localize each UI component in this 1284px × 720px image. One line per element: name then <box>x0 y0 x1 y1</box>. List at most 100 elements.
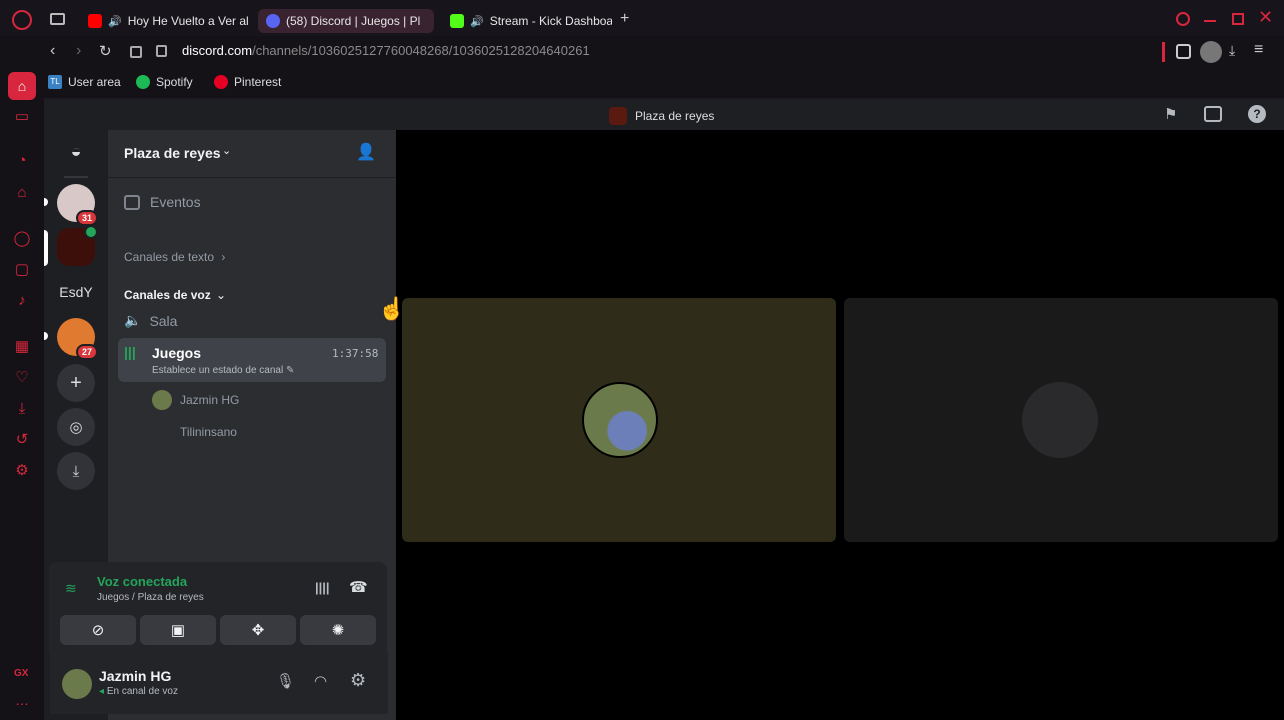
disconnect-icon[interactable]: ☎ <box>349 578 368 596</box>
bookmark-user-area[interactable]: TL User area <box>48 75 121 89</box>
video-tile-speaking[interactable] <box>402 298 836 542</box>
opera-sidebar: ⌂ ▭ ◔ ⌂ ◯ ▢ ♪ ▦ ♡ ⤓ ↺ ⚙ GX … <box>0 68 44 720</box>
menu-icon[interactable]: ≡ <box>1254 41 1263 59</box>
settings-icon[interactable]: ⚙ <box>12 460 32 480</box>
user-status: ◂ En canal de voz <box>99 686 178 697</box>
text-channels-category[interactable]: Canales de texto › <box>124 250 225 264</box>
user-name[interactable]: Jazmin HG <box>99 668 171 684</box>
server-divider <box>64 176 88 178</box>
bookmark-spotify[interactable]: Spotify <box>136 75 193 89</box>
headphones-icon[interactable]: ◠ <box>314 672 327 690</box>
tiktok-icon[interactable]: ♪ <box>12 290 32 310</box>
mention-badge: 27 <box>75 344 98 360</box>
instagram-icon[interactable]: ▢ <box>12 259 32 279</box>
add-server-icon[interactable]: + <box>57 364 95 402</box>
server-name: Plaza de reyes <box>124 145 221 161</box>
kick-icon <box>450 14 464 28</box>
discord-home-icon[interactable]: ◒ <box>57 132 95 170</box>
camera-off-icon: ⊘ <box>91 622 105 639</box>
server-avatar-4[interactable]: 27 <box>57 318 98 360</box>
voice-channel-juegos[interactable]: ||| Juegos 1:37:58 Establece un estado d… <box>118 338 386 382</box>
home-icon[interactable]: ⌂ <box>8 72 36 100</box>
voice-channel-sala[interactable]: 🔈 Sala <box>124 312 177 329</box>
profile-avatar[interactable] <box>1200 41 1222 63</box>
reload-icon[interactable]: ↻ <box>99 42 112 60</box>
server-icon <box>609 107 627 125</box>
avatar[interactable] <box>62 669 92 699</box>
voice-panel-title[interactable]: Voz conectada <box>97 574 187 589</box>
microphone-icon[interactable]: 🎙 <box>276 672 295 690</box>
explore-icon[interactable]: ◎ <box>57 408 95 446</box>
tab-youtube[interactable]: 🔊 Hoy He Vuelto a Ver al <box>80 9 250 33</box>
flag-icon[interactable]: ⚑ <box>1164 105 1177 123</box>
discord-tab-icon <box>266 14 280 28</box>
new-tab-button[interactable]: + <box>620 10 629 28</box>
voice-panel-subtitle[interactable]: Juegos / Plaza de reyes <box>97 592 204 603</box>
apps-grid-icon[interactable]: ▦ <box>12 336 32 356</box>
server-label: EsdY <box>59 284 93 300</box>
tl-icon: TL <box>48 75 62 89</box>
screen-share-button[interactable]: ▣ <box>140 615 216 645</box>
inbox-icon[interactable] <box>1204 106 1222 122</box>
speed-dial-icon[interactable]: ◔ <box>12 150 32 170</box>
tab-workspaces-icon[interactable] <box>50 13 65 25</box>
back-icon[interactable]: ‹ <box>50 42 55 60</box>
member-name: Tilininsano <box>180 425 237 439</box>
extensions-icon[interactable] <box>1176 44 1191 59</box>
heart-icon[interactable]: ♡ <box>12 367 32 387</box>
help-icon[interactable]: ? <box>1248 105 1266 123</box>
whatsapp-icon[interactable]: ◯ <box>12 228 32 248</box>
noise-suppression-icon[interactable]: |||| <box>315 580 330 595</box>
server-indicator <box>44 198 48 206</box>
chevron-down-icon: ⌄ <box>222 145 232 157</box>
history-icon[interactable]: ↺ <box>12 429 32 449</box>
activities-button[interactable]: ✥ <box>220 615 296 645</box>
maximize-icon[interactable] <box>1232 13 1244 25</box>
server-plaza-de-reyes[interactable] <box>57 225 98 266</box>
voice-member[interactable]: Jazmin HG <box>152 390 239 410</box>
download-apps-icon[interactable]: ⤓ <box>57 452 95 490</box>
bookmark-pinterest[interactable]: Pinterest <box>214 75 281 89</box>
camera-off-button[interactable]: ⊘ <box>60 615 136 645</box>
mention-badge: 31 <box>75 210 98 226</box>
server-avatar-1[interactable]: 31 <box>57 184 98 226</box>
page-info-icon[interactable] <box>130 46 142 58</box>
minimize-icon[interactable] <box>1204 20 1216 22</box>
pencil-icon: ✎ <box>286 365 295 376</box>
download-icon[interactable]: ⤓ <box>1229 42 1235 59</box>
pinterest-icon <box>214 75 228 89</box>
opera-logo-icon[interactable] <box>12 10 32 30</box>
window-title: Plaza de reyes <box>609 107 714 125</box>
screen-share-icon: ▣ <box>170 622 186 639</box>
speaker-icon: 🔊 <box>470 15 484 28</box>
gaming-icon[interactable]: ▭ <box>12 106 32 126</box>
video-tile-idle[interactable] <box>844 298 1278 542</box>
invite-people-icon[interactable]: 👤 <box>356 142 376 162</box>
voice-channels-category[interactable]: Canales de voz ⌄ <box>124 288 226 302</box>
close-icon[interactable]: ✕ <box>1258 7 1273 28</box>
url-path: /channels/1036025127760048268/1036025128… <box>252 43 590 58</box>
downloads-icon[interactable]: ⤓ <box>12 398 32 418</box>
channel-status-prompt[interactable]: Establece un estado de canal ✎ <box>152 365 294 376</box>
voice-member[interactable]: Tilininsano <box>152 422 237 442</box>
hand-cursor-icon: ☝ <box>378 296 406 321</box>
search-icon[interactable] <box>1176 12 1190 26</box>
forward-icon[interactable]: › <box>76 42 81 60</box>
more-icon[interactable]: … <box>15 692 29 708</box>
tab-kick[interactable]: 🔊 Stream - Kick Dashboa <box>442 9 612 33</box>
url-field[interactable]: discord.com/channels/1036025127760048268… <box>182 43 590 58</box>
settings-gear-icon[interactable]: ⚙ <box>350 670 366 691</box>
gx-label: GX <box>14 668 29 679</box>
server-header[interactable]: Plaza de reyes ⌄ 👤 <box>108 130 396 178</box>
soundboard-button[interactable]: ✺ <box>300 615 376 645</box>
tab-discord[interactable]: (58) Discord | Juegos | Pl <box>258 9 434 33</box>
speaker-icon: 🔈 <box>124 312 142 328</box>
participant-avatar <box>1022 382 1098 458</box>
server-esdy[interactable]: EsdY <box>57 273 95 311</box>
voice-active-icon <box>84 225 98 239</box>
server-indicator <box>44 332 48 340</box>
events-item[interactable]: Eventos <box>124 194 201 210</box>
user-panel: Jazmin HG ◂ En canal de voz 🎙 ◠ ⚙ <box>50 652 388 714</box>
voice-activity-icon: ||| <box>124 344 136 360</box>
twitch-icon[interactable]: ⌂ <box>12 182 32 202</box>
